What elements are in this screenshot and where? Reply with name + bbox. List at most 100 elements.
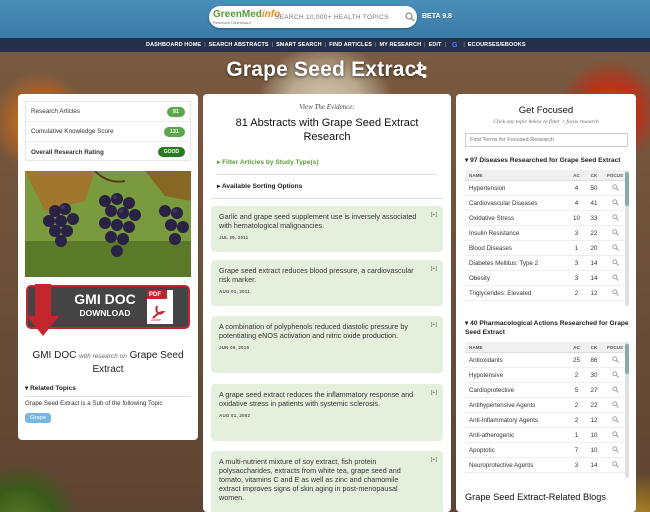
abstract-title[interactable]: Grape seed extract reduces blood pressur…	[219, 266, 419, 284]
knowledge-score: 22	[590, 401, 598, 409]
table-row[interactable]: Hypertension 4 50	[465, 181, 627, 196]
table-row[interactable]: Triglycerides: Elevated 2 12	[465, 286, 627, 301]
table-row[interactable]: Obesity 3 14	[465, 271, 627, 286]
magnifier-icon[interactable]	[611, 370, 619, 378]
magnifier-icon[interactable]	[611, 243, 619, 251]
magnifier-icon[interactable]	[611, 183, 619, 191]
table-header: NAME AC CK FOCUS	[465, 342, 627, 353]
magnifier-icon[interactable]	[611, 460, 619, 468]
grape-image	[25, 171, 191, 277]
abstract-title[interactable]: Garlic and grape seed supplement use is …	[219, 212, 419, 230]
focus-cell	[603, 370, 627, 380]
table-row[interactable]: Oxidative Stress 10 33	[465, 211, 627, 226]
expand-button[interactable]: [+]	[431, 322, 437, 328]
google-icon[interactable]: G	[452, 42, 457, 49]
magnifier-icon[interactable]	[611, 288, 619, 296]
abstract-title[interactable]: A combination of polyphenols reduced dia…	[219, 322, 419, 340]
search-icon[interactable]	[405, 12, 415, 22]
topic-tag-grape[interactable]: Grape	[25, 413, 52, 423]
abstracts-panel: View The Evidence: 81 Abstracts with Gra…	[203, 94, 451, 512]
search-bar[interactable]: GreenMedinfo Research Dashboard	[209, 6, 417, 28]
article-count: 3	[574, 259, 579, 267]
sorting-options-link[interactable]: ▸ Available Sorting Options	[217, 182, 302, 190]
stat-knowledge-score[interactable]: Cumulative Knowledge Score 131	[26, 122, 190, 142]
share-icon[interactable]	[414, 65, 428, 79]
adobe-label: Adobe	[151, 318, 162, 322]
nav-search-abstracts[interactable]: SEARCH ABSTRACTS	[209, 42, 269, 48]
gmi-doc-download-banner[interactable]: GMI DOC DOWNLOAD PDF Adobe	[25, 284, 191, 340]
focus-cell	[603, 385, 627, 395]
article-count: 2	[574, 416, 579, 424]
table-row[interactable]: Anti-atherogenic 1 10	[465, 428, 627, 443]
magnifier-icon[interactable]	[611, 400, 619, 408]
table-row[interactable]: Blood Diseases 1 20	[465, 241, 627, 256]
pharma-scroll-thumb[interactable]	[625, 344, 629, 374]
related-blogs-title: Grape Seed Extract-Related Blogs	[465, 492, 606, 502]
pharma-heading[interactable]: ▾ 40 Pharmacological Actions Researched …	[465, 319, 630, 337]
magnifier-icon[interactable]	[611, 273, 619, 281]
nav-edit[interactable]: EDIT	[429, 42, 442, 48]
table-row[interactable]: Antihypertensive Agents 2 22	[465, 398, 627, 413]
beta-label: BETA 9.8	[422, 13, 452, 20]
magnifier-icon[interactable]	[611, 258, 619, 266]
focus-cell	[603, 258, 627, 268]
abstract-date: JUL 29, 2011	[219, 235, 249, 240]
abstract-card[interactable]: A combination of polyphenols reduced dia…	[211, 316, 443, 373]
magnifier-icon[interactable]	[611, 198, 619, 206]
topic-name: Neuroprotective Agents	[469, 461, 534, 469]
topic-name: Antihypertensive Agents	[469, 401, 536, 409]
table-row[interactable]: Antioxidants 25 86	[465, 353, 627, 368]
table-row[interactable]: Cardiovascular Diseases 4 41	[465, 196, 627, 211]
page-title: Grape Seed Extract	[226, 58, 424, 81]
magnifier-icon[interactable]	[611, 355, 619, 363]
expand-button[interactable]: [+]	[431, 390, 437, 396]
find-terms-input[interactable]	[465, 133, 628, 147]
nav-dashboard-home[interactable]: DASHBOARD HOME	[146, 42, 201, 48]
abstract-card[interactable]: Garlic and grape seed supplement use is …	[211, 206, 443, 252]
table-row[interactable]: Anti-Inflammatory Agents 2 12	[465, 413, 627, 428]
nav-my-research[interactable]: MY RESEARCH	[380, 42, 422, 48]
abstract-card[interactable]: Grape seed extract reduces blood pressur…	[211, 260, 443, 306]
pharma-table: NAME AC CK FOCUS Antioxidants 25 86 Hypoten…	[465, 342, 627, 473]
nav-ecourses[interactable]: ECOURSES/EBOOKS	[468, 42, 526, 48]
filter-study-type-link[interactable]: ▸ Filter Articles by Study Type(s)	[217, 158, 319, 166]
article-count: 2	[574, 401, 579, 409]
table-row[interactable]: Neuroprotective Agents 3 14	[465, 458, 627, 473]
abstract-card[interactable]: A multi-nutrient mixture of soy extract,…	[211, 451, 443, 512]
article-count: 2	[574, 289, 579, 297]
stat-research-rating[interactable]: Overall Research Rating GOOD	[26, 142, 190, 162]
topic-name: Insulin Resistance	[469, 229, 520, 237]
knowledge-score: 14	[590, 461, 598, 469]
table-row[interactable]: Hypotensive 2 30	[465, 368, 627, 383]
magnifier-icon[interactable]	[611, 385, 619, 393]
table-row[interactable]: Apoptotic 7 10	[465, 443, 627, 458]
view-evidence-label: View The Evidence:	[299, 103, 355, 111]
article-count: 4	[574, 199, 579, 207]
stat-research-articles[interactable]: Research Articles 81	[26, 102, 190, 122]
nav-smart-search[interactable]: SMART SEARCH	[276, 42, 322, 48]
magnifier-icon[interactable]	[611, 430, 619, 438]
abstract-title[interactable]: A multi-nutrient mixture of soy extract,…	[219, 457, 419, 502]
abstract-date: AUG 01, 2002	[219, 413, 251, 418]
diseases-heading[interactable]: ▾ 97 Diseases Researched for Grape Seed …	[465, 156, 630, 165]
magnifier-icon[interactable]	[611, 228, 619, 236]
related-topics-toggle[interactable]: ▾ Related Topics	[25, 384, 191, 392]
diseases-scroll-thumb[interactable]	[625, 172, 629, 206]
nav-find-articles[interactable]: FIND ARTICLES	[329, 42, 372, 48]
magnifier-icon[interactable]	[611, 445, 619, 453]
magnifier-icon[interactable]	[611, 213, 619, 221]
abstract-card[interactable]: A grape seed extract reduces the inflamm…	[211, 384, 443, 441]
knowledge-score: 27	[590, 386, 598, 394]
abstract-title[interactable]: A grape seed extract reduces the inflamm…	[219, 390, 419, 408]
table-row[interactable]: Insulin Resistance 3 22	[465, 226, 627, 241]
expand-button[interactable]: [+]	[431, 266, 437, 272]
search-input[interactable]	[275, 13, 401, 21]
logo[interactable]: GreenMedinfo Research Dashboard	[213, 7, 280, 27]
expand-button[interactable]: [+]	[431, 457, 437, 463]
table-row[interactable]: Cardioprotective 5 27	[465, 383, 627, 398]
magnifier-icon[interactable]	[611, 415, 619, 423]
table-row[interactable]: Diabetes Mellitus: Type 2 3 14	[465, 256, 627, 271]
expand-button[interactable]: [+]	[431, 212, 437, 218]
topic-name: Blood Diseases	[469, 244, 512, 252]
article-count: 3	[574, 274, 579, 282]
